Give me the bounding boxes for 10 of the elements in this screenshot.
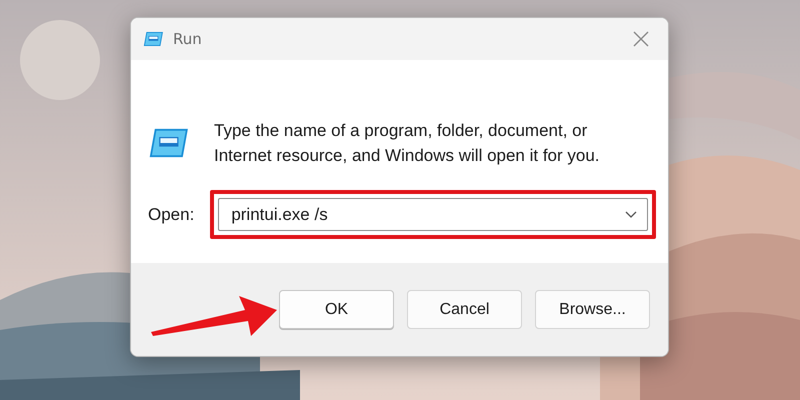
description-text: Type the name of a program, folder, document, or Internet resource, and Windows will open it for you. <box>214 120 601 167</box>
run-icon <box>143 30 165 48</box>
dialog-button[interactable]: Cancel <box>407 290 522 329</box>
close-icon[interactable] <box>633 31 649 47</box>
window-title: Run <box>173 30 203 48</box>
open-combo-field[interactable]: printui.exe /s <box>218 198 648 231</box>
dropdown-chevron-icon[interactable] <box>625 210 638 218</box>
dialog-button[interactable]: Browse... <box>535 290 650 329</box>
open-label: Open: <box>148 204 194 224</box>
dialog-button[interactable]: OK <box>279 290 394 329</box>
